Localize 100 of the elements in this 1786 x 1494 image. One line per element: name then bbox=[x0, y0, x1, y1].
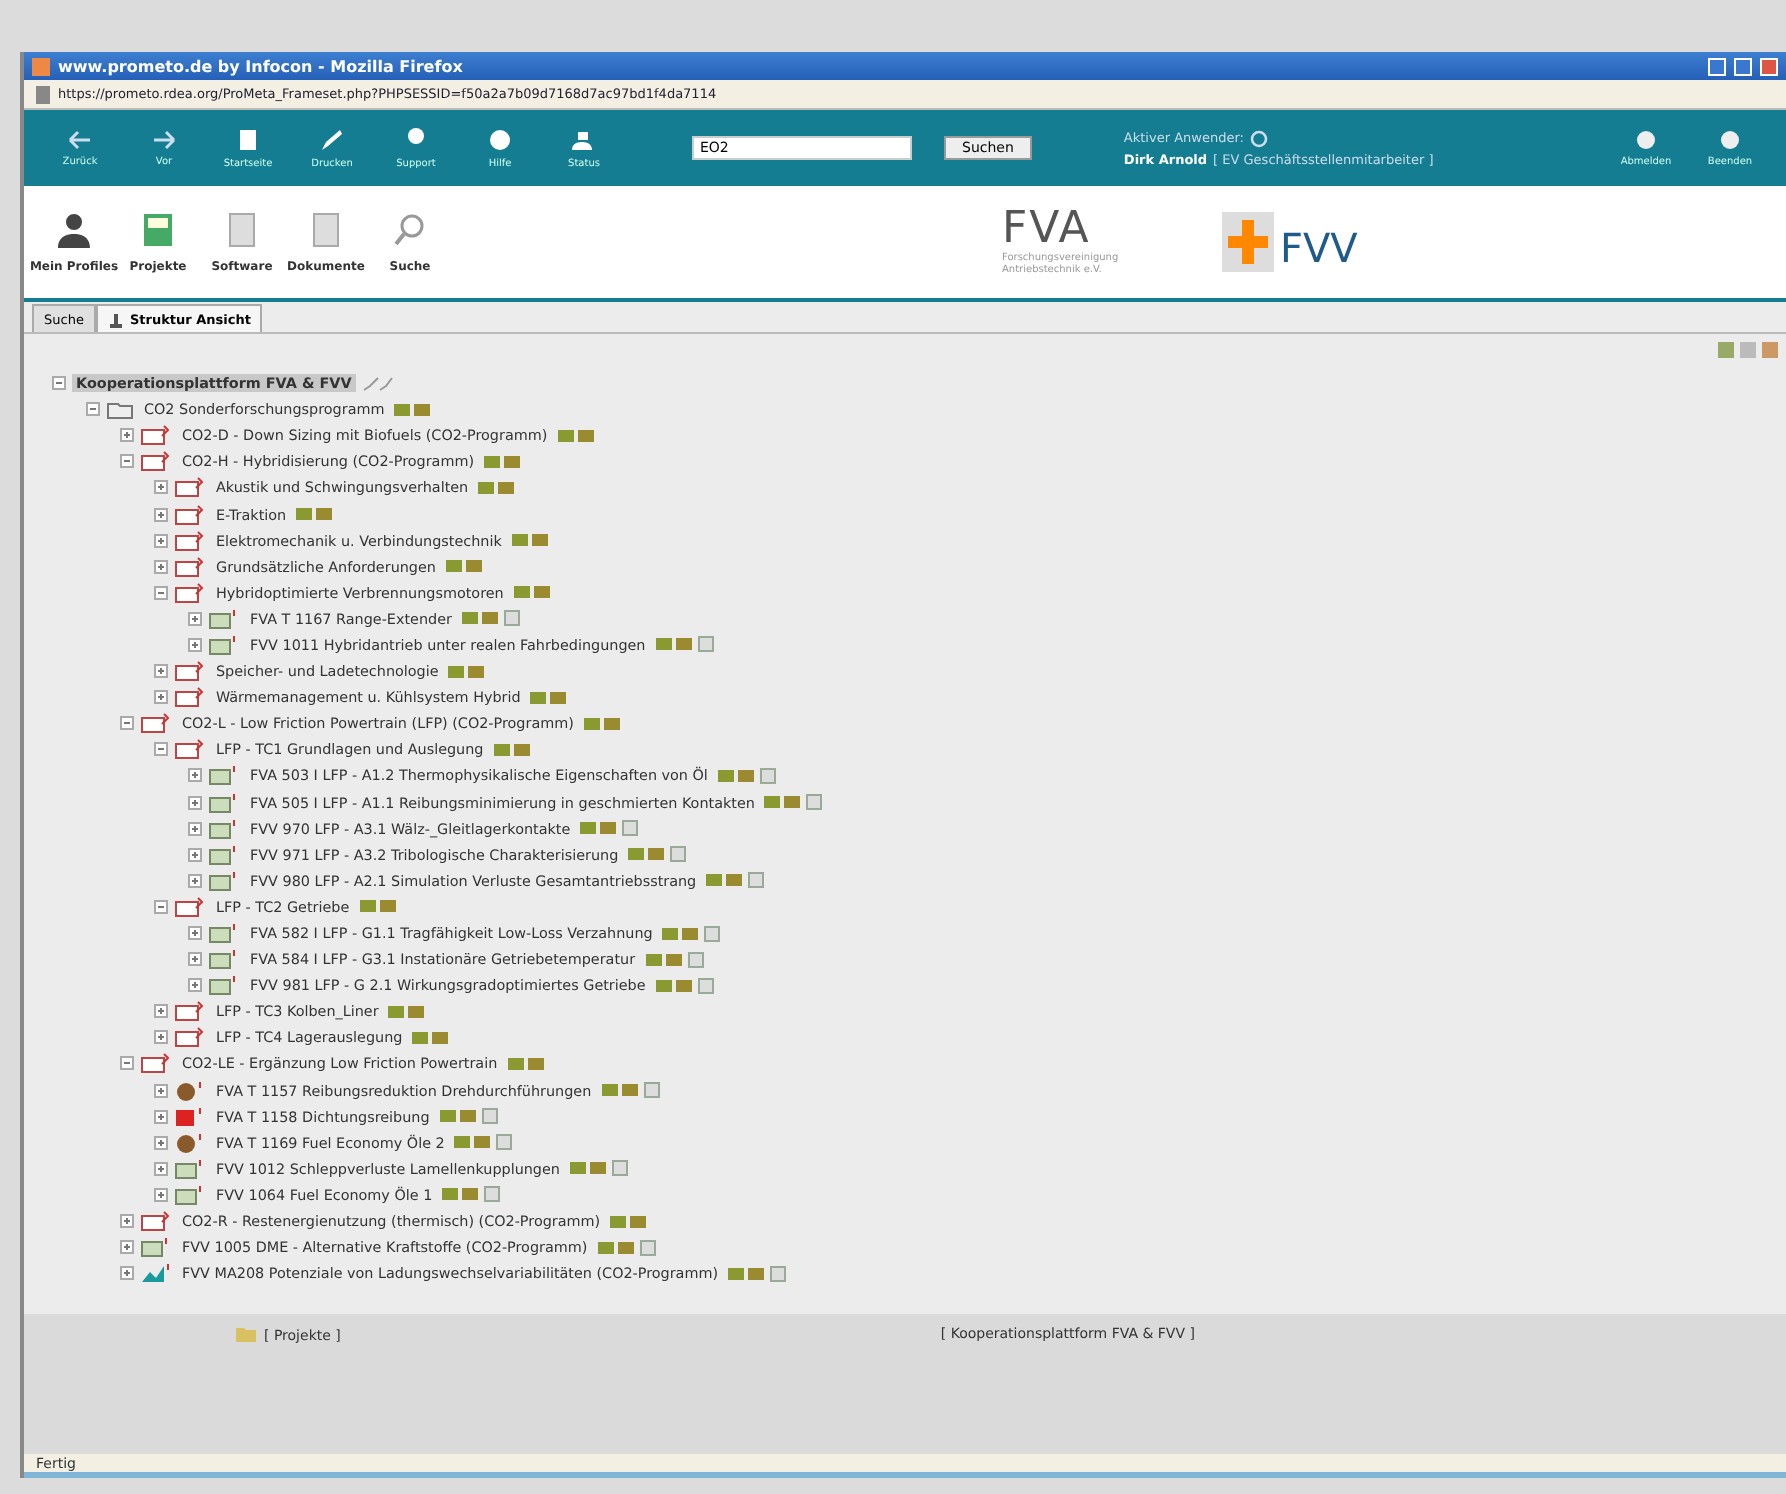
browser-icon bbox=[32, 57, 50, 75]
report-icon bbox=[622, 820, 639, 837]
folder-pair-icon bbox=[388, 1003, 425, 1020]
collapse-icon[interactable] bbox=[120, 716, 134, 731]
folder-pair-icon bbox=[448, 663, 485, 680]
expand-icon[interactable] bbox=[154, 559, 168, 574]
disc-icon bbox=[488, 127, 512, 151]
book-icon bbox=[138, 210, 178, 250]
folder-pair-icon bbox=[394, 401, 431, 418]
notebook-icon bbox=[140, 450, 172, 473]
expand-icon[interactable] bbox=[154, 664, 168, 679]
document-icon bbox=[174, 1157, 206, 1180]
user-icon bbox=[1249, 129, 1268, 147]
collapse-icon[interactable] bbox=[154, 742, 168, 757]
expand-icon[interactable] bbox=[188, 821, 202, 836]
expand-icon[interactable] bbox=[154, 480, 168, 495]
expand-icon[interactable] bbox=[154, 1004, 168, 1019]
folder-icon bbox=[234, 1326, 258, 1344]
document-icon bbox=[238, 127, 258, 151]
folder-pair-icon bbox=[569, 1160, 606, 1177]
document-icon bbox=[208, 922, 240, 945]
folder-pair-icon bbox=[461, 610, 498, 627]
report-icon bbox=[643, 1082, 660, 1099]
tree-icon bbox=[107, 311, 124, 327]
grid-logo-icon bbox=[1222, 212, 1274, 272]
expand-icon[interactable] bbox=[154, 1109, 168, 1124]
expand-icon[interactable] bbox=[154, 690, 168, 705]
expand-icon[interactable] bbox=[154, 507, 168, 522]
report-icon bbox=[770, 1265, 787, 1282]
expand-icon[interactable] bbox=[154, 1161, 168, 1176]
expand-icon[interactable] bbox=[188, 795, 202, 810]
person-icon bbox=[54, 210, 94, 250]
back-arrow-icon bbox=[68, 129, 92, 149]
collapse-icon[interactable] bbox=[86, 402, 100, 417]
folder-pair-icon bbox=[662, 925, 699, 942]
expand-icon[interactable] bbox=[154, 1030, 168, 1045]
expand-icon[interactable] bbox=[120, 428, 134, 443]
disc-icon bbox=[1636, 129, 1656, 149]
pencil-icon bbox=[320, 127, 344, 151]
document-icon bbox=[174, 1183, 206, 1206]
report-icon bbox=[639, 1239, 656, 1256]
document-icon bbox=[140, 1236, 172, 1259]
expand-icon[interactable] bbox=[120, 1266, 134, 1281]
expand-icon[interactable] bbox=[188, 873, 202, 888]
expand-icon[interactable] bbox=[154, 1187, 168, 1202]
expand-icon[interactable] bbox=[188, 611, 202, 626]
notebook-icon bbox=[140, 1210, 172, 1233]
notebook-icon bbox=[174, 581, 206, 604]
close-button[interactable] bbox=[1760, 57, 1778, 75]
report-icon bbox=[670, 846, 687, 863]
minimize-button[interactable] bbox=[1708, 57, 1726, 75]
expand-icon[interactable] bbox=[188, 847, 202, 862]
folder-pair-icon bbox=[484, 453, 520, 470]
expand-icon[interactable] bbox=[120, 1240, 134, 1255]
collapse-icon[interactable] bbox=[120, 454, 134, 469]
notebook-icon bbox=[174, 529, 206, 552]
forward-arrow-icon bbox=[152, 129, 176, 149]
folder-pair-icon bbox=[439, 1108, 476, 1125]
notebook-icon bbox=[174, 503, 206, 526]
disc-icon bbox=[1720, 129, 1740, 149]
document-icon bbox=[208, 607, 240, 630]
collapse-icon[interactable] bbox=[154, 585, 168, 600]
notebook-icon bbox=[140, 712, 172, 735]
expand-icon[interactable] bbox=[188, 637, 202, 652]
collapse-icon[interactable] bbox=[52, 376, 66, 391]
logo-text: FVV bbox=[1280, 224, 1358, 272]
notebook-icon bbox=[174, 1026, 206, 1049]
collapse-icon[interactable] bbox=[154, 899, 168, 914]
notebook-icon bbox=[174, 660, 206, 683]
document-icon bbox=[208, 817, 240, 840]
expand-icon[interactable] bbox=[188, 952, 202, 967]
folder-pair-icon bbox=[511, 532, 548, 549]
report-icon bbox=[759, 767, 776, 784]
folder-pair-icon bbox=[412, 1029, 449, 1046]
folder-pair-icon bbox=[359, 898, 396, 915]
folder-pair-icon bbox=[655, 977, 692, 994]
collapse-icon[interactable] bbox=[120, 1056, 134, 1071]
expand-icon[interactable] bbox=[154, 533, 168, 548]
expand-icon[interactable] bbox=[188, 978, 202, 993]
folder-pair-icon bbox=[655, 636, 692, 653]
document-icon bbox=[208, 974, 240, 997]
report-icon bbox=[748, 872, 765, 889]
folder-pair-icon bbox=[706, 872, 743, 889]
folder-pair-icon bbox=[442, 1186, 479, 1203]
chart-icon bbox=[140, 1262, 172, 1285]
notebook-icon bbox=[174, 738, 206, 761]
folder-pair-icon bbox=[580, 820, 617, 837]
expand-icon[interactable] bbox=[188, 926, 202, 941]
folder-pair-icon bbox=[764, 794, 801, 811]
people-icon bbox=[570, 127, 598, 151]
square-icon bbox=[174, 1105, 206, 1128]
document-icon bbox=[208, 843, 240, 866]
maximize-button[interactable] bbox=[1734, 57, 1752, 75]
expand-icon[interactable] bbox=[154, 1135, 168, 1150]
expand-icon[interactable] bbox=[120, 1214, 134, 1229]
expand-icon[interactable] bbox=[154, 1083, 168, 1098]
notebook-icon bbox=[140, 424, 172, 447]
pencil-icon bbox=[361, 375, 394, 392]
expand-icon[interactable] bbox=[188, 768, 202, 783]
ball-icon bbox=[174, 1079, 206, 1102]
